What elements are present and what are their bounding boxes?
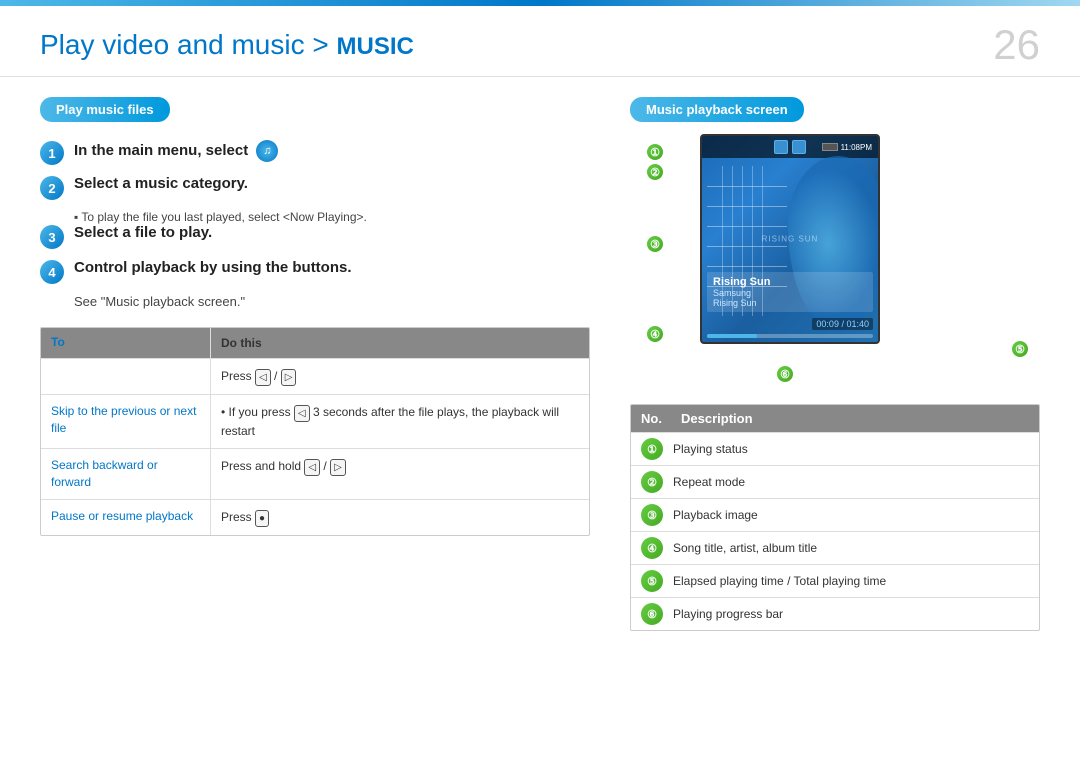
step-4-sub: See "Music playback screen.": [74, 294, 590, 309]
desc-header-desc: Description: [681, 411, 753, 426]
step-2-text: Select a music category.: [74, 175, 248, 192]
desc-text-5: Elapsed playing time / Total playing tim…: [673, 574, 886, 588]
step-1-number: 1: [40, 141, 64, 165]
table-cell-to-2: Skip to the previous or next file: [41, 395, 211, 448]
desc-row-6: ⑥ Playing progress bar: [631, 597, 1039, 630]
fret-2: [707, 206, 787, 207]
song-artist-screen: Samsung: [713, 288, 867, 298]
btn-left-icon: ◁: [255, 369, 271, 386]
step-3-text: Select a file to play.: [74, 224, 212, 241]
phone-mockup-area: ① ② 11:08PM: [630, 134, 1040, 394]
rising-sun-watermark: RISING SUN: [762, 235, 819, 244]
btn-left-hold-icon: ◁: [304, 459, 320, 476]
left-column: Play music files 1 In the main menu, sel…: [40, 97, 590, 631]
step-4-number: 4: [40, 260, 64, 284]
btn-right-icon: ▷: [281, 369, 297, 386]
callout-1: ①: [645, 142, 665, 162]
step-4: 4 Control playback by using the buttons.: [40, 259, 590, 284]
page-title: Play video and music > MUSIC: [40, 29, 414, 61]
desc-text-1: Playing status: [673, 442, 748, 456]
desc-num-2: ②: [641, 471, 663, 493]
song-album-screen: Rising Sun: [713, 298, 867, 308]
desc-num-6: ⑥: [641, 603, 663, 625]
main-content: Play music files 1 In the main menu, sel…: [0, 77, 1080, 651]
table-row: Pause or resume playback Press ●: [41, 499, 589, 535]
fret-5: [707, 266, 787, 267]
phone-screen: 11:08PM: [700, 134, 880, 344]
desc-table-header: No. Description: [631, 405, 1039, 432]
desc-header-no: No.: [641, 411, 671, 426]
screen-status-bar: 11:08PM: [702, 136, 878, 158]
screen-elapsed-time: 00:09 / 01:40: [812, 318, 873, 330]
callout-4: ④: [645, 324, 665, 344]
step-1: 1 In the main menu, select: [40, 140, 590, 165]
desc-row-1: ① Playing status: [631, 432, 1039, 465]
btn-right-hold-icon: ▷: [330, 459, 346, 476]
table-header: To Do this: [41, 328, 589, 358]
screen-icon-1: [774, 140, 788, 154]
desc-row-3: ③ Playback image: [631, 498, 1039, 531]
table-row: Skip to the previous or next file • If y…: [41, 394, 589, 448]
desc-num-3: ③: [641, 504, 663, 526]
desc-text-2: Repeat mode: [673, 475, 745, 489]
step-3: 3 Select a file to play.: [40, 224, 590, 249]
song-title-screen: Rising Sun: [713, 276, 867, 288]
music-menu-icon: [256, 140, 278, 162]
desc-row-4: ④ Song title, artist, album title: [631, 531, 1039, 564]
callout-6: ⑥: [775, 364, 795, 384]
playback-screen-badge: Music playback screen: [630, 97, 804, 122]
step-3-number: 3: [40, 225, 64, 249]
battery-icon: [822, 143, 838, 151]
step-2-number: 2: [40, 176, 64, 200]
step-4-text: Control playback by using the buttons.: [74, 259, 352, 276]
table-row: Search backward or forward Press and hol…: [41, 448, 589, 499]
table-col-do: Do this: [211, 328, 589, 358]
steps-list: 1 In the main menu, select 2 Select a mu…: [40, 140, 590, 309]
description-table: No. Description ① Playing status ② Repea…: [630, 404, 1040, 631]
table-cell-do-4: Press ●: [211, 500, 589, 535]
controls-table: To Do this Press ◁ / ▷ Skip to the previ…: [40, 327, 590, 536]
table-cell-do-2: • If you press ◁ 3 seconds after the fil…: [211, 395, 589, 448]
table-cell-to-3: Search backward or forward: [41, 449, 211, 499]
page-number: 26: [993, 24, 1040, 66]
desc-text-3: Playback image: [673, 508, 758, 522]
fret-1: [707, 186, 787, 187]
desc-text-6: Playing progress bar: [673, 607, 783, 621]
table-row: Press ◁ / ▷: [41, 358, 589, 394]
callout-5: ⑤: [1010, 339, 1030, 359]
callout-2: ②: [645, 162, 665, 182]
callout-3: ③: [645, 234, 665, 254]
table-cell-to-1: [41, 359, 211, 394]
screen-progress-bar: [707, 334, 873, 338]
screen-song-info: Rising Sun Samsung Rising Sun: [707, 272, 873, 312]
header: Play video and music > MUSIC 26: [0, 6, 1080, 77]
desc-row-5: ⑤ Elapsed playing time / Total playing t…: [631, 564, 1039, 597]
desc-row-2: ② Repeat mode: [631, 465, 1039, 498]
screen-progress-fill: [707, 334, 757, 338]
table-cell-to-4: Pause or resume playback: [41, 500, 211, 535]
screen-icon-2: [792, 140, 806, 154]
table-cell-do-3: Press and hold ◁ / ▷: [211, 449, 589, 499]
desc-num-5: ⑤: [641, 570, 663, 592]
right-column: Music playback screen ① ② 11:08PM: [630, 97, 1040, 631]
btn-left-icon-2: ◁: [294, 405, 310, 422]
play-music-files-badge: Play music files: [40, 97, 170, 122]
step-2-sub: To play the file you last played, select…: [74, 210, 590, 224]
table-col-to: To: [41, 328, 211, 358]
table-cell-do-1: Press ◁ / ▷: [211, 359, 589, 394]
btn-select-icon: ●: [255, 510, 269, 527]
desc-text-4: Song title, artist, album title: [673, 541, 817, 555]
screen-time: 11:08PM: [841, 143, 872, 152]
fret-4: [707, 246, 787, 247]
desc-num-1: ①: [641, 438, 663, 460]
fret-3: [707, 226, 787, 227]
step-2: 2 Select a music category.: [40, 175, 590, 200]
desc-num-4: ④: [641, 537, 663, 559]
step-1-text: In the main menu, select: [74, 142, 252, 159]
